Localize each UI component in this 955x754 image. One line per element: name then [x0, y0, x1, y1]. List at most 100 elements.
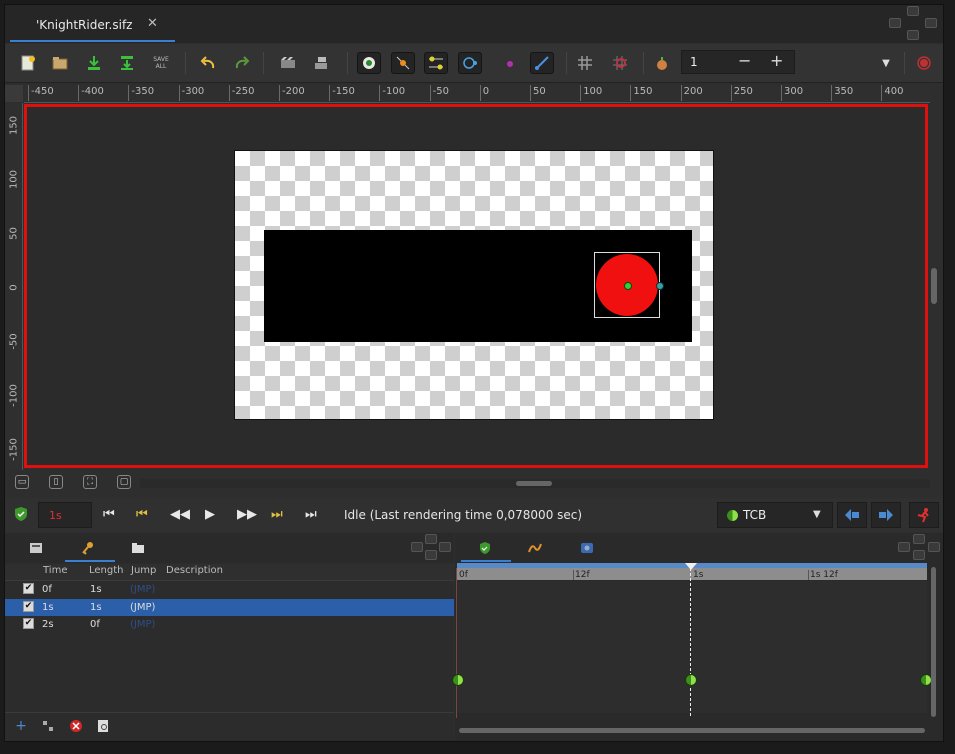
canvas-horizontal-scrollbar[interactable] — [140, 479, 930, 488]
current-time-value[interactable]: 1s — [49, 509, 62, 522]
toggle-render-button[interactable] — [912, 52, 936, 74]
zoom-100-button[interactable]: ▢ — [117, 475, 131, 489]
dock-bottom-icon[interactable] — [425, 550, 437, 560]
redo-button[interactable] — [230, 52, 254, 74]
next-frame-button[interactable]: ▶▶ — [237, 507, 257, 522]
ruler-label: 200 — [683, 86, 703, 97]
keyframe-jump[interactable]: (JMP) — [130, 602, 155, 613]
column-jump[interactable]: Jump — [131, 565, 156, 576]
prev-frame-button[interactable]: ◀◀ — [170, 507, 190, 522]
decrement-button[interactable]: − — [738, 51, 751, 70]
keyframe-marker-0f[interactable] — [452, 674, 464, 686]
tab-keyframes[interactable] — [79, 539, 97, 557]
toggle-width-ducks-button[interactable] — [496, 52, 520, 74]
new-file-button[interactable] — [16, 52, 40, 74]
dock-right-icon[interactable] — [439, 542, 451, 552]
keyframe-active-checkbox[interactable]: ✔ — [23, 583, 34, 594]
timetrack-area[interactable] — [457, 581, 927, 713]
ruler-tick — [630, 85, 632, 101]
horizontal-ruler[interactable]: -450 -400 -350 -300 -250 -200 -150 -100 -50 0 50 10… — [24, 85, 930, 103]
next-keyframe-button[interactable]: ⏭ — [271, 507, 283, 522]
toggle-radius-ducks-button[interactable] — [458, 52, 482, 74]
keyframe-active-checkbox[interactable]: ✔ — [23, 618, 34, 629]
circle-radius-handle[interactable] — [656, 282, 664, 290]
scrollbar-thumb[interactable] — [931, 268, 937, 304]
tab-library[interactable] — [129, 539, 147, 557]
keyframe-properties-button[interactable] — [96, 719, 110, 733]
scrollbar-thumb[interactable] — [459, 728, 925, 733]
future-keyframes-lock-button[interactable] — [871, 502, 901, 528]
document-tab[interactable]: 'KnightRider.sifz ✕ — [10, 8, 175, 42]
time-cursor-line[interactable] — [690, 568, 691, 716]
toggle-vertex-ducks-button[interactable] — [391, 52, 415, 74]
dock-top-icon[interactable] — [907, 6, 919, 16]
keyframe-jump[interactable]: (JMP) — [130, 619, 155, 630]
circle-origin-handle[interactable] — [624, 282, 632, 290]
duplicate-keyframe-button[interactable] — [41, 719, 55, 733]
save-button[interactable] — [82, 52, 106, 74]
preview-button[interactable] — [309, 52, 333, 74]
dock-left-icon[interactable] — [411, 542, 423, 552]
vertical-ruler[interactable]: 150 100 50 0 -50 -100 -150 — [5, 103, 23, 470]
active-tab-indicator — [10, 40, 175, 42]
dock-right-icon[interactable] — [925, 18, 937, 28]
toolbar-menu-button[interactable]: ▼ — [874, 52, 898, 74]
tab-timetrack[interactable] — [476, 539, 494, 557]
dock-bottom-icon[interactable] — [907, 30, 919, 40]
dock-right-icon[interactable] — [928, 542, 940, 552]
toggle-snap-button[interactable] — [608, 52, 632, 74]
undo-button[interactable] — [196, 52, 220, 74]
past-keyframes-lock-button[interactable] — [837, 502, 867, 528]
past-onion-frames-spinbox[interactable]: 1 − + — [681, 50, 795, 74]
zoom-in-button[interactable]: ▯ — [49, 475, 63, 489]
tab-sound[interactable] — [578, 539, 596, 557]
render-button[interactable] — [276, 52, 300, 74]
frame-value[interactable]: 1 — [690, 55, 698, 69]
scrollbar-thumb[interactable] — [516, 481, 552, 486]
time-cursor-handle[interactable] — [685, 563, 697, 570]
keyframe-row[interactable]: ✔ 0f 1s (JMP) — [5, 581, 454, 598]
animation-mode-button[interactable] — [909, 502, 939, 528]
dock-left-icon[interactable] — [898, 542, 910, 552]
increment-button[interactable]: + — [770, 51, 783, 70]
current-time-field[interactable]: 1s — [38, 502, 92, 528]
tab-canvas-metadata[interactable] — [27, 539, 45, 557]
tab-curves[interactable] — [526, 539, 544, 557]
close-tab-icon[interactable]: ✕ — [147, 16, 158, 31]
dock-top-icon[interactable] — [425, 534, 437, 544]
keyframe-row[interactable]: ✔ 1s 1s (JMP) — [5, 598, 454, 616]
keyframe-jump[interactable]: (JMP) — [130, 584, 155, 595]
column-time[interactable]: Time — [43, 565, 67, 576]
remove-keyframe-button[interactable] — [69, 719, 83, 733]
toggle-grid-button[interactable] — [573, 52, 597, 74]
column-description[interactable]: Description — [166, 565, 223, 576]
animation-mode-toggle[interactable] — [13, 506, 29, 525]
add-keyframe-button[interactable]: + — [14, 718, 28, 734]
onion-skin-button[interactable] — [650, 52, 674, 74]
play-icon: ▶ — [205, 507, 215, 522]
zoom-fit-button[interactable]: ⛶ — [83, 475, 97, 489]
save-as-button[interactable] — [115, 52, 139, 74]
column-length[interactable]: Length — [89, 565, 124, 576]
prev-keyframe-button[interactable]: ⏮ — [136, 507, 148, 522]
toggle-tangent-ducks-button[interactable] — [424, 52, 448, 74]
default-interpolation-select[interactable]: TCB ▼ — [717, 502, 833, 528]
toggle-angle-ducks-button[interactable] — [530, 52, 554, 74]
seek-begin-button[interactable]: ⏮ — [103, 507, 115, 522]
keyframe-marker-1s[interactable] — [685, 674, 697, 686]
dock-top-icon[interactable] — [913, 534, 925, 544]
keyframe-active-checkbox[interactable]: ✔ — [23, 600, 34, 612]
save-all-button[interactable]: SAVE ALL — [149, 52, 173, 74]
zoom-out-button[interactable]: ▭ — [15, 475, 29, 489]
timetrack-vertical-scrollbar[interactable] — [930, 565, 938, 720]
timetrack-horizontal-scrollbar[interactable] — [457, 727, 927, 735]
dock-bottom-icon[interactable] — [913, 550, 925, 560]
canvas-vertical-scrollbar[interactable] — [930, 103, 940, 470]
keyframe-row[interactable]: ✔ 2s 0f (JMP) — [5, 616, 454, 633]
seek-end-button[interactable]: ⏭ — [305, 507, 317, 522]
toggle-position-ducks-button[interactable] — [357, 52, 381, 74]
dock-left-icon[interactable] — [889, 18, 901, 28]
open-file-button[interactable] — [48, 52, 72, 74]
play-button[interactable]: ▶ — [205, 507, 215, 522]
scrollbar-thumb[interactable] — [931, 567, 936, 717]
